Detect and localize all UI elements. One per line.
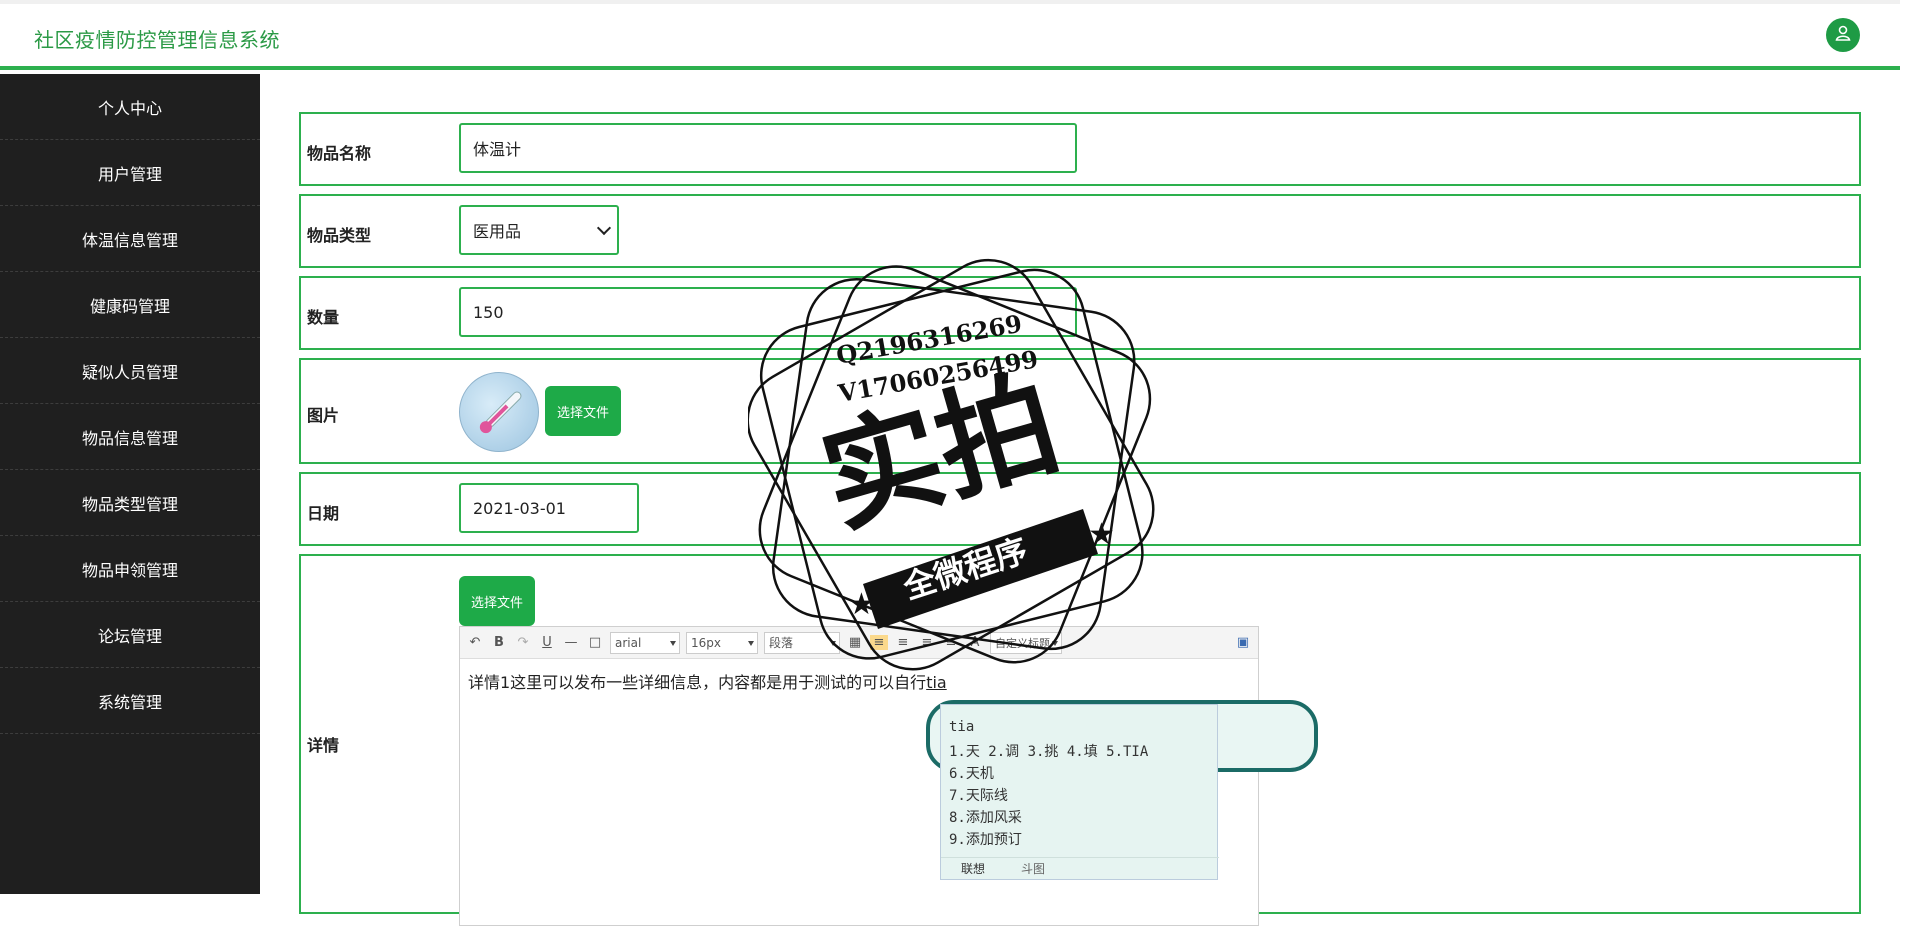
form-row-name: 物品名称 体温计 [299,112,1861,186]
undo-icon[interactable]: ↶ [466,635,484,650]
app-title: 社区疫情防控管理信息系统 [34,28,280,52]
quantity-label: 数量 [307,308,340,327]
type-select-value: 医用品 [473,222,522,241]
sidebar-item-forum[interactable]: 论坛管理 [0,602,260,668]
font-family-select[interactable]: arial [610,631,680,654]
align-center-icon[interactable]: ≡ [894,635,912,650]
editor-toolbar: ↶ B ↷ U — □ arial 16px 段落 ▦ ≡ ≡ ≡ ≡ A 自定… [460,627,1258,659]
thermometer-thumbnail [459,372,539,452]
sidebar: 个人中心 用户管理 体温信息管理 健康码管理 疑似人员管理 物品信息管理 物品类… [0,74,260,894]
horizontal-rule-icon[interactable]: — [562,635,580,650]
paragraph-select[interactable]: 段落 [764,631,840,654]
sidebar-item-users[interactable]: 用户管理 [0,140,260,206]
bold-icon[interactable]: B [490,635,508,650]
detail-label: 详情 [307,736,340,755]
align-right-icon[interactable]: ≡ [918,635,936,650]
custom-heading-value: 自定义标题 [995,636,1050,650]
font-size-value: 16px [691,635,721,650]
ime-candidate-7[interactable]: 7.天际线 [949,785,1008,805]
caret-icon [1052,640,1058,646]
caret-icon [830,640,836,646]
justify-icon[interactable]: ≡ [942,635,960,650]
sidebar-item-temperature[interactable]: 体温信息管理 [0,206,260,272]
image-upload-button[interactable]: 选择文件 [545,386,621,436]
sidebar-item-system[interactable]: 系统管理 [0,668,260,734]
ime-candidate-panel: tia 1.天 2.调 3.挑 4.填 5.TIA 6.天机 7.天际线 8.添… [940,704,1219,880]
sidebar-item-health-code[interactable]: 健康码管理 [0,272,260,338]
chevron-down-icon [596,220,612,236]
ime-tab-association[interactable]: 联想 [961,860,985,877]
font-size-select[interactable]: 16px [686,631,758,654]
align-left-icon[interactable]: ≡ [870,635,888,650]
ime-composition: tia [949,719,975,735]
ime-candidate-9[interactable]: 9.添加预订 [949,829,1022,849]
sidebar-item-item-claims[interactable]: 物品申领管理 [0,536,260,602]
font-family-value: arial [615,635,642,650]
type-select[interactable]: 医用品 [459,205,619,255]
custom-heading-select[interactable]: 自定义标题 [990,631,1062,654]
top-border [0,0,1900,4]
quantity-input[interactable]: 150 [459,287,1077,337]
image-label: 图片 [307,406,340,425]
sidebar-item-profile[interactable]: 个人中心 [0,74,260,140]
detail-upload-button[interactable]: 选择文件 [459,576,535,626]
user-icon [1834,24,1852,46]
table-icon[interactable]: ▦ [846,635,864,650]
form-row-type: 物品类型 医用品 [299,194,1861,268]
document-icon[interactable]: □ [586,635,604,650]
ime-candidates-row[interactable]: 1.天 2.调 3.挑 4.填 5.TIA [949,741,1148,761]
ime-candidate-8[interactable]: 8.添加风采 [949,807,1022,827]
name-label: 物品名称 [307,144,372,163]
editor-composing-text: tia [926,673,947,692]
date-label: 日期 [307,504,340,523]
font-color-icon[interactable]: A [966,635,984,650]
top-header: 社区疫情防控管理信息系统 [0,0,1900,70]
ime-candidate-6[interactable]: 6.天机 [949,763,994,783]
ime-tabs: 联想 斗图 [941,857,1219,879]
name-input[interactable]: 体温计 [459,123,1077,173]
ime-tab-sticker[interactable]: 斗图 [1021,860,1045,877]
editor-body[interactable]: 详情1这里可以发布一些详细信息，内容都是用于测试的可以自行tia [460,659,1258,703]
form-row-date: 日期 2021-03-01 [299,472,1861,546]
type-label: 物品类型 [307,226,372,245]
caret-icon [748,640,754,646]
paragraph-value: 段落 [769,636,794,650]
editor-content-text: 详情1这里可以发布一些详细信息，内容都是用于测试的可以自行 [468,673,927,692]
form-row-image: 图片 选择文件 [299,358,1861,464]
form-row-quantity: 数量 150 [299,276,1861,350]
redo-icon[interactable]: ↷ [514,635,532,650]
underline-icon[interactable]: U [538,635,556,650]
fullscreen-icon[interactable]: ▣ [1234,635,1252,650]
sidebar-item-items[interactable]: 物品信息管理 [0,404,260,470]
caret-icon [670,640,676,646]
sidebar-item-item-types[interactable]: 物品类型管理 [0,470,260,536]
sidebar-item-suspects[interactable]: 疑似人员管理 [0,338,260,404]
user-avatar-button[interactable] [1826,18,1860,52]
date-input[interactable]: 2021-03-01 [459,483,639,533]
